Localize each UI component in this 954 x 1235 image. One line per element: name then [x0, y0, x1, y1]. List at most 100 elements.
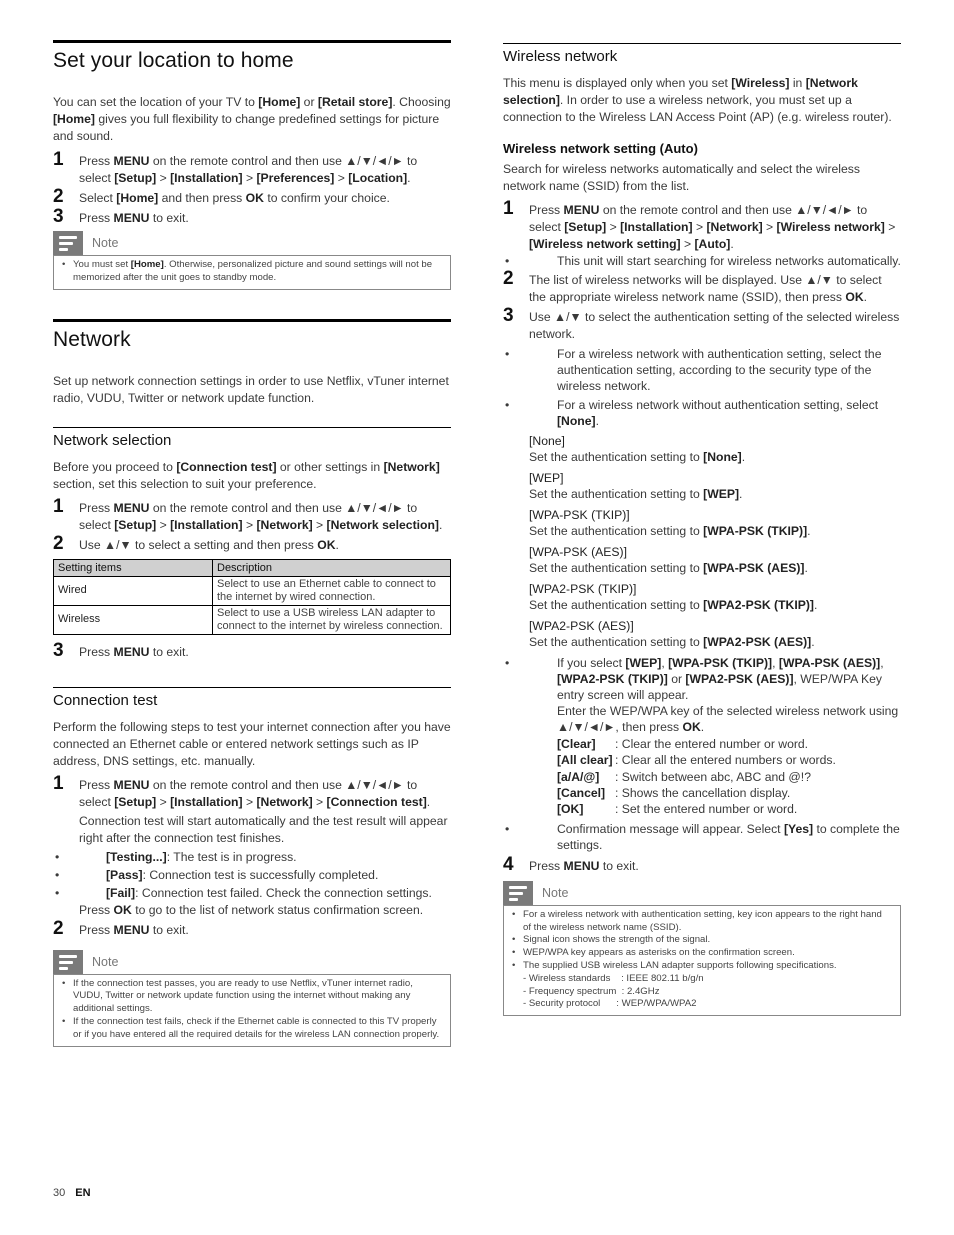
text: : The test is in progress. [166, 849, 297, 864]
left-column: Set your location to home You can set th… [53, 40, 451, 1047]
connection-test-title: Connection test [53, 691, 158, 709]
emphasis-text: [Setup] [114, 171, 157, 185]
note-icon [53, 231, 83, 255]
emphasis-text: [Testing...] [106, 849, 167, 864]
spec-line: - Wireless standards : IEEE 802.11 b/g/n [523, 972, 704, 984]
text: Press [79, 211, 114, 225]
text: or [300, 95, 318, 109]
text: > [156, 171, 171, 185]
emphasis-text: MENU [563, 203, 600, 217]
text: or [667, 672, 686, 686]
setting-item: Wireless [53, 604, 213, 635]
table-header: Setting items [53, 558, 213, 577]
note-item: If the connection test fails, check if t… [62, 1016, 442, 1042]
key-button-name: [a/A/@] [557, 769, 600, 784]
key-button-description: : Clear the entered number or word. [615, 736, 809, 751]
text: or other settings in [276, 459, 384, 474]
step-text: Press MENU to exit. [79, 923, 189, 937]
wireless-auto-subtitle: Wireless network setting (Auto) [503, 141, 698, 156]
note-box: You must set [Home]. Otherwise, personal… [53, 255, 451, 290]
text: in [789, 76, 806, 90]
note-item: If the connection test passes, you are r… [62, 978, 442, 1016]
setting-description: Select to use a USB wireless LAN adapter… [212, 604, 451, 635]
step: 2 Press MENU to exit. [53, 917, 451, 939]
key-entry-instructions: Enter the WEP/WPA key of the selected wi… [503, 703, 901, 736]
text: to exit. [149, 644, 189, 659]
text: . [426, 794, 431, 809]
text: . [811, 635, 815, 649]
text: For a wireless network with authenticati… [557, 347, 882, 393]
text: . [700, 720, 705, 735]
key-button-name: [Clear] [557, 736, 596, 751]
text: Confirmation message will appear. Select [557, 821, 784, 836]
step-text: Press MENU to exit. [79, 645, 189, 659]
emphasis-text: [Connection test] [326, 794, 427, 809]
step-text: The list of wireless networks will be di… [529, 273, 882, 304]
auth-option-name: [WPA-PSK (TKIP)] [529, 508, 630, 522]
step: 3 Press MENU to exit. [53, 640, 451, 661]
auth-option-name: [WPA-PSK (AES)] [529, 545, 627, 559]
text: If you select [557, 656, 626, 670]
emphasis-text: OK [113, 902, 132, 917]
emphasis-text: [WEP] [703, 487, 740, 501]
note-item: You must set [Home]. Otherwise, personal… [62, 259, 442, 285]
emphasis-text: [Home] [116, 191, 159, 205]
text: > [312, 794, 327, 809]
text: > [242, 171, 257, 185]
auth-option-name: [None] [529, 434, 565, 448]
section-divider [53, 318, 451, 322]
text: > [156, 517, 171, 532]
auth-options: [None] Set the authentication setting to … [503, 433, 901, 651]
emphasis-text: [Yes] [783, 821, 814, 836]
emphasis-text: [Connection test] [176, 459, 277, 474]
table-row: Wireless Select to use a USB wireless LA… [53, 604, 451, 635]
setting-item: Wired [53, 575, 213, 606]
auth-option-description: Set the authentication setting to [None]… [529, 449, 901, 466]
emphasis-text: [Setup] [114, 517, 157, 532]
wireless-auto-intro: Search for wireless networks automatical… [503, 162, 860, 193]
text: Use ▲/▼ to select the authentication set… [529, 310, 900, 341]
text: . [438, 517, 443, 532]
location-title: Set your location to home [53, 49, 294, 72]
emphasis-text: [Wireless network setting] [529, 237, 681, 251]
text: Press [79, 500, 114, 515]
key-button-row: [a/A/@]: Switch between abc, ABC and @!? [557, 769, 901, 785]
text: > [680, 237, 695, 251]
wireless-note: Note For a wireless network with authent… [503, 880, 901, 1017]
emphasis-text: MENU [563, 858, 600, 873]
text: Enter the WEP/WPA key of the selected wi… [557, 704, 899, 735]
step: 1 Press MENU on the remote control and th… [503, 198, 901, 253]
location-intro: You can set the location of your TV to [… [53, 94, 451, 145]
emphasis-text: [WPA2-PSK (TKIP)] [557, 672, 668, 686]
text: and then press [158, 191, 246, 205]
subsection-divider [53, 686, 451, 688]
text: to exit. [149, 922, 189, 937]
text: Before you proceed to [53, 459, 177, 474]
spec-line: - Security protocol : WEP/WPA/WPA2 [523, 998, 697, 1010]
text: to exit. [149, 211, 189, 225]
auth-option: [WPA-PSK (AES)] Set the authentication se… [529, 544, 901, 577]
auth-option-description: Set the authentication setting to [WPA-P… [529, 523, 901, 540]
text: . Choosing [392, 95, 451, 109]
key-button-name: [All clear] [557, 753, 613, 768]
step-number: 1 [503, 198, 514, 219]
result-item: [Pass]: Connection test is successfully … [53, 867, 451, 883]
confirm-bullet: Confirmation message will appear. Select… [503, 821, 901, 853]
text: Press [79, 154, 114, 168]
key-entry-bullet: If you select [WEP], [WPA-PSK (TKIP)], [… [503, 655, 901, 818]
emphasis-text: [Pass] [106, 867, 143, 882]
auth-option-description: Set the authentication setting to [WPA2-… [529, 634, 901, 651]
auth-option: [WPA2-PSK (TKIP)] Set the authentication … [529, 581, 901, 614]
step: 1 Press MENU on the remote control and th… [53, 150, 451, 187]
location-note: Note You must set [Home]. Otherwise, per… [53, 231, 451, 290]
step-number: 1 [53, 772, 64, 794]
step-number: 2 [53, 917, 64, 939]
text: . [807, 524, 811, 538]
step-number: 3 [53, 206, 64, 227]
emphasis-text: [Network] [256, 794, 313, 809]
step-text: Select [Home] and then press OK to confi… [79, 191, 390, 205]
step-number: 3 [503, 305, 514, 326]
bullet-item: For a wireless network without authentic… [503, 397, 901, 429]
network-selection-step3: 3 Press MENU to exit. [53, 640, 451, 661]
emphasis-text: [WPA2-PSK (TKIP)] [703, 598, 814, 612]
